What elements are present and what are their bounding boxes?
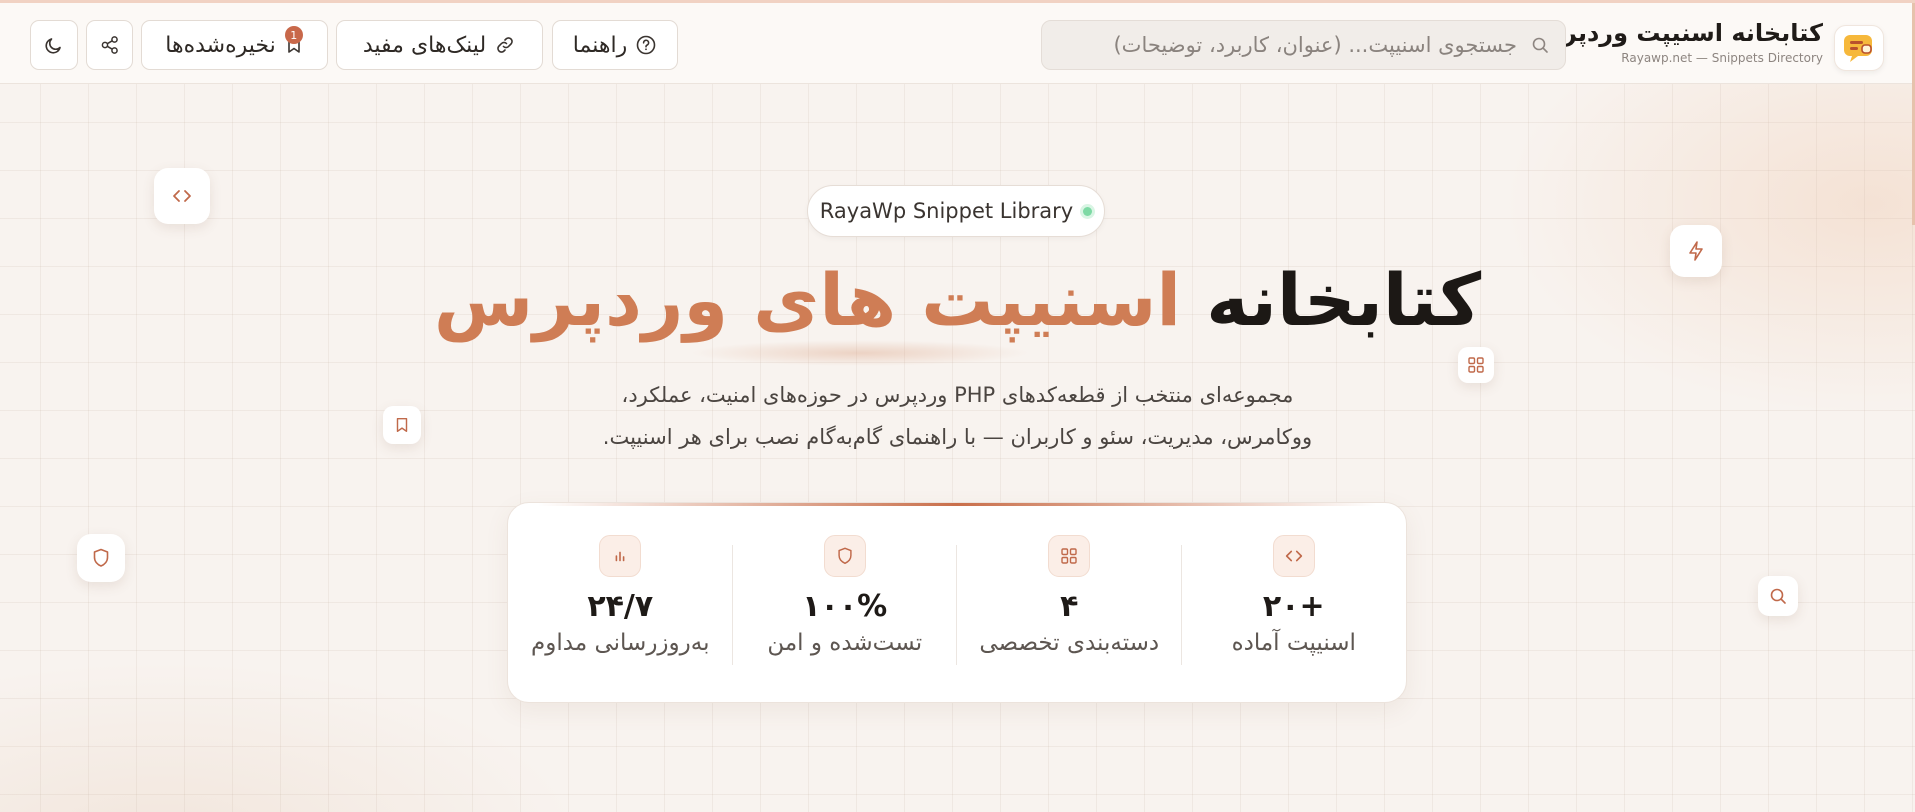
- hero-description-line-2: ووکامرس، مدیریت، سئو و کاربران — با راهن…: [602, 425, 1313, 449]
- stat-snippets: +۲۰ اسنیپت آماده: [1182, 503, 1407, 702]
- bookmark-icon: [396, 417, 408, 433]
- stat-label: دسته‌بندی تخصصی: [979, 630, 1160, 656]
- useful-links-label: لینک‌های مفید: [362, 32, 487, 58]
- useful-links-button[interactable]: لینک‌های مفید: [336, 20, 543, 70]
- code-icon: [1285, 550, 1302, 562]
- library-badge-pill: RayaWp Snippet Library: [807, 185, 1105, 237]
- top-header: کتابخانه اسنیپت وردپرس Rayawp.net — Snip…: [0, 3, 1915, 84]
- stat-categories: ۴ دسته‌بندی تخصصی: [957, 503, 1182, 702]
- stat-label: تست‌شده و امن: [767, 630, 923, 656]
- stat-icon-box: [1272, 535, 1315, 577]
- search-input[interactable]: [1042, 33, 1531, 57]
- floating-code-tile: [154, 168, 210, 224]
- floating-grid-tile: [1458, 347, 1494, 383]
- floating-bookmark-tile: [383, 406, 421, 444]
- shield-icon: [838, 547, 852, 564]
- help-circle-icon: [636, 35, 656, 55]
- guide-button-label: راهنما: [572, 32, 628, 58]
- stat-icon-box: [823, 535, 866, 577]
- shield-icon: [93, 548, 109, 567]
- stat-value: +۲۰: [1262, 589, 1325, 624]
- search-box[interactable]: [1041, 20, 1566, 70]
- logo[interactable]: [1834, 25, 1884, 71]
- stat-tested: ۱۰۰% تست‌شده و امن: [733, 503, 958, 702]
- grid-icon: [1468, 357, 1484, 373]
- bar-chart-icon: [615, 551, 625, 562]
- hero-description-line-1: مجموعه‌ای منتخب از قطعه‌کدهای PHP وردپرس…: [621, 383, 1294, 407]
- stats-card: +۲۰ اسنیپت آماده ۴ دسته‌بندی تخصصی ۱۰۰% …: [507, 502, 1407, 703]
- stat-value: ۱۰۰%: [802, 589, 888, 624]
- hero-description: مجموعه‌ای منتخب از قطعه‌کدهای PHP وردپرس…: [520, 374, 1395, 458]
- page-title: کتابخانه اسنیپت های وردپرس: [430, 250, 1485, 350]
- status-dot: [1083, 206, 1093, 216]
- brand-subtitle: Rayawp.net — Snippets Directory: [1621, 51, 1823, 65]
- floating-search-tile: [1758, 576, 1798, 616]
- guide-button[interactable]: راهنما: [552, 20, 678, 70]
- stat-icon-box: [1048, 535, 1091, 577]
- lightning-icon: [1689, 241, 1703, 261]
- search-icon: [1532, 37, 1548, 53]
- stat-label: اسنیپت آماده: [1231, 630, 1356, 656]
- page-title-main: کتابخانه: [1206, 258, 1482, 342]
- stat-label: به‌روزرسانی مداوم: [531, 630, 710, 656]
- stat-value: ۴: [1060, 589, 1079, 624]
- share-icon: [101, 36, 118, 54]
- page-title-accent: اسنیپت های وردپرس: [433, 258, 1182, 342]
- floating-bolt-tile: [1670, 225, 1722, 277]
- floating-shield-tile: [77, 534, 125, 582]
- grid-icon: [1061, 548, 1077, 564]
- stat-value: ۲۴/۷: [587, 589, 654, 624]
- library-badge-label: RayaWp Snippet Library: [819, 199, 1074, 223]
- link-icon: [497, 37, 513, 53]
- moon-icon: [45, 38, 61, 54]
- brand-title[interactable]: کتابخانه اسنیپت وردپرس: [1530, 19, 1823, 47]
- share-button[interactable]: [86, 20, 133, 70]
- saved-button[interactable]: 1 نخیره‌شده‌ها: [141, 20, 328, 70]
- saved-button-label: نخیره‌شده‌ها: [165, 32, 276, 58]
- stat-updates: ۲۴/۷ به‌روزرسانی مداوم: [508, 503, 733, 702]
- saved-count-badge: 1: [284, 26, 303, 44]
- stat-icon-box: [599, 535, 642, 577]
- theme-toggle-button[interactable]: [30, 20, 78, 70]
- code-icon: [173, 190, 191, 202]
- saved-icon-wrap: 1: [284, 26, 304, 55]
- logo-icon: [1844, 35, 1872, 62]
- search-icon: [1770, 588, 1786, 604]
